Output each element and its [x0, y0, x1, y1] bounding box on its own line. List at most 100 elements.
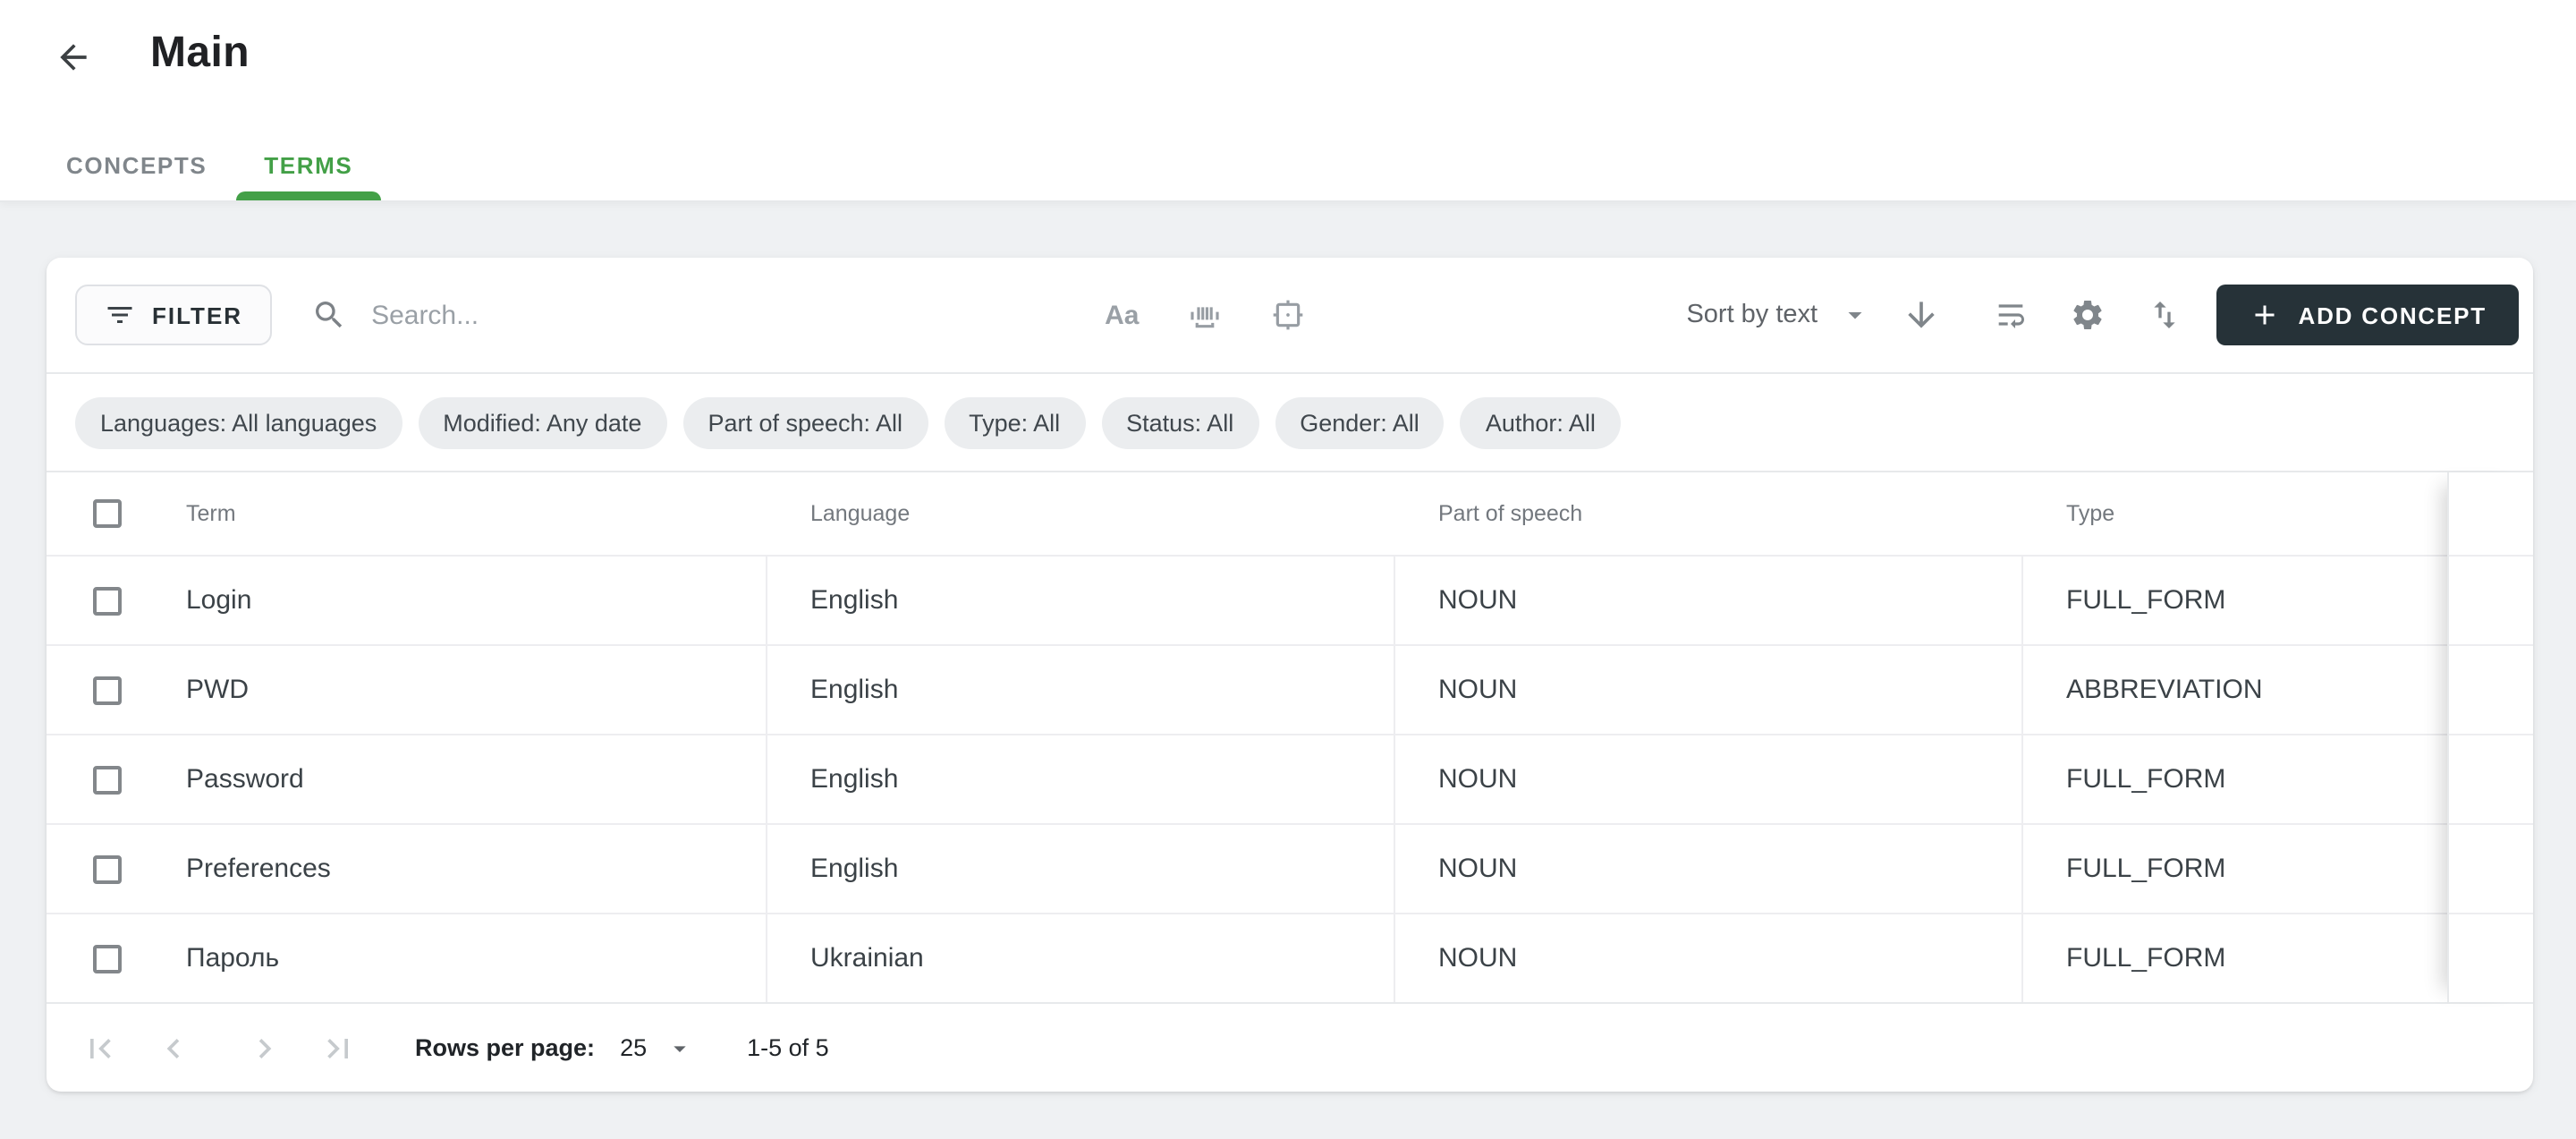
part-of-speech-cell: NOUN [1395, 557, 2023, 644]
exact-match-button[interactable] [1269, 297, 1305, 333]
filter-chip-status[interactable]: Status: All [1101, 396, 1258, 448]
part-of-speech-cell: NOUN [1395, 735, 2023, 823]
caret-down-icon [1839, 299, 1871, 331]
filter-chip-gender[interactable]: Gender: All [1275, 396, 1445, 448]
sort-direction-button[interactable] [1902, 295, 1941, 335]
wrap-text-button[interactable] [1993, 297, 2029, 333]
search-input[interactable] [368, 298, 940, 332]
part-of-speech-cell: NOUN [1395, 914, 2023, 1002]
wrap-text-icon [1993, 297, 2029, 333]
pinned-cell [2447, 646, 2533, 734]
language-cell: English [767, 735, 1395, 823]
toolbar-icons [1993, 297, 2182, 333]
pinned-cell [2447, 735, 2533, 823]
add-concept-label: ADD CONCEPT [2299, 302, 2487, 328]
add-concept-button[interactable]: ADD CONCEPT [2216, 285, 2520, 345]
row-checkbox-cell [47, 557, 186, 644]
filter-chips-row: Languages: All languages Modified: Any d… [47, 374, 2533, 472]
sort-by-select[interactable]: Sort by text [1686, 299, 1871, 331]
language-cell: English [767, 646, 1395, 734]
tabs: CONCEPTS TERMS [38, 129, 381, 200]
column-header-language[interactable]: Language [767, 501, 1395, 526]
tab-concepts-label: CONCEPTS [66, 151, 207, 178]
first-page-button[interactable] [75, 1023, 125, 1073]
arrow-left-icon [54, 38, 93, 77]
rows-per-page-select[interactable]: 25 [620, 1033, 693, 1062]
search-options: Aa [1105, 296, 1305, 334]
table-row[interactable]: Preferences English NOUN FULL_FORM [47, 823, 2533, 913]
last-page-icon [318, 1028, 358, 1067]
filter-button-label: FILTER [152, 302, 242, 328]
tab-concepts[interactable]: CONCEPTS [38, 129, 235, 200]
filter-chip-type[interactable]: Type: All [944, 396, 1085, 448]
pinned-cell [2447, 914, 2533, 1002]
filter-button[interactable]: FILTER [75, 285, 271, 345]
select-all-checkbox[interactable] [93, 499, 122, 528]
settings-button[interactable] [2070, 297, 2106, 333]
term-cell: Login [186, 557, 767, 644]
part-of-speech-cell: NOUN [1395, 825, 2023, 913]
select-all-cell [47, 499, 186, 528]
row-checkbox[interactable] [93, 765, 122, 794]
next-page-button[interactable] [240, 1023, 290, 1073]
chevron-left-icon [154, 1028, 193, 1067]
row-checkbox-cell [47, 825, 186, 913]
language-cell: English [767, 825, 1395, 913]
chevron-right-icon [245, 1028, 284, 1067]
row-checkbox[interactable] [93, 944, 122, 973]
toolbar: FILTER Aa [47, 258, 2533, 374]
last-page-button[interactable] [313, 1023, 363, 1073]
column-header-term[interactable]: Term [186, 501, 767, 526]
row-checkbox-cell [47, 646, 186, 734]
type-cell: FULL_FORM [2023, 735, 2447, 823]
previous-page-button[interactable] [148, 1023, 199, 1073]
filter-list-icon [104, 299, 136, 331]
term-cell: Пароль [186, 914, 767, 1002]
column-header-type[interactable]: Type [2023, 501, 2447, 526]
gear-icon [2070, 297, 2106, 333]
filter-chip-author[interactable]: Author: All [1461, 396, 1621, 448]
term-cell: Password [186, 735, 767, 823]
back-button[interactable] [48, 32, 98, 82]
filter-chip-languages[interactable]: Languages: All languages [75, 396, 402, 448]
column-header-part-of-speech[interactable]: Part of speech [1395, 501, 2023, 526]
filter-chip-part-of-speech[interactable]: Part of speech: All [682, 396, 928, 448]
terms-card: FILTER Aa [47, 258, 2533, 1092]
term-cell: PWD [186, 646, 767, 734]
table-header-row: Term Language Part of speech Type [47, 472, 2533, 555]
sort-group: Sort by text [1686, 295, 1941, 335]
import-export-button[interactable] [2147, 297, 2182, 333]
row-checkbox[interactable] [93, 586, 122, 615]
pagination-range: 1-5 of 5 [747, 1034, 829, 1061]
table-body: Login English NOUN FULL_FORM PWD English… [47, 555, 2533, 1002]
tab-terms-label: TERMS [264, 151, 352, 178]
whole-word-icon [1185, 296, 1223, 334]
terminology-page: Main CONCEPTS TERMS FILTER [0, 0, 2576, 1139]
table-row[interactable]: Пароль Ukrainian NOUN FULL_FORM [47, 913, 2533, 1002]
type-cell: FULL_FORM [2023, 914, 2447, 1002]
table-row[interactable]: PWD English NOUN ABBREVIATION [47, 644, 2533, 734]
rows-per-page-value: 25 [620, 1034, 647, 1061]
type-cell: FULL_FORM [2023, 557, 2447, 644]
first-page-icon [80, 1028, 120, 1067]
language-cell: English [767, 557, 1395, 644]
rows-per-page-label: Rows per page: [415, 1034, 595, 1061]
focus-frame-icon [1269, 297, 1305, 333]
tab-terms[interactable]: TERMS [235, 129, 381, 200]
pinned-cell [2447, 825, 2533, 913]
table-footer: Rows per page: 25 1-5 of 5 [47, 1002, 2533, 1092]
table-row[interactable]: Password English NOUN FULL_FORM [47, 734, 2533, 823]
match-case-button[interactable]: Aa [1105, 300, 1139, 330]
row-checkbox[interactable] [93, 676, 122, 704]
filter-chip-modified[interactable]: Modified: Any date [418, 396, 666, 448]
page-header: Main CONCEPTS TERMS [0, 0, 2576, 200]
table-row[interactable]: Login English NOUN FULL_FORM [47, 555, 2533, 644]
sort-by-label: Sort by text [1686, 301, 1818, 329]
part-of-speech-cell: NOUN [1395, 646, 2023, 734]
whole-word-button[interactable] [1185, 296, 1223, 334]
pinned-cell [2447, 557, 2533, 644]
term-cell: Preferences [186, 825, 767, 913]
page-title: Main [150, 29, 250, 79]
search-box [310, 297, 940, 333]
row-checkbox[interactable] [93, 854, 122, 883]
